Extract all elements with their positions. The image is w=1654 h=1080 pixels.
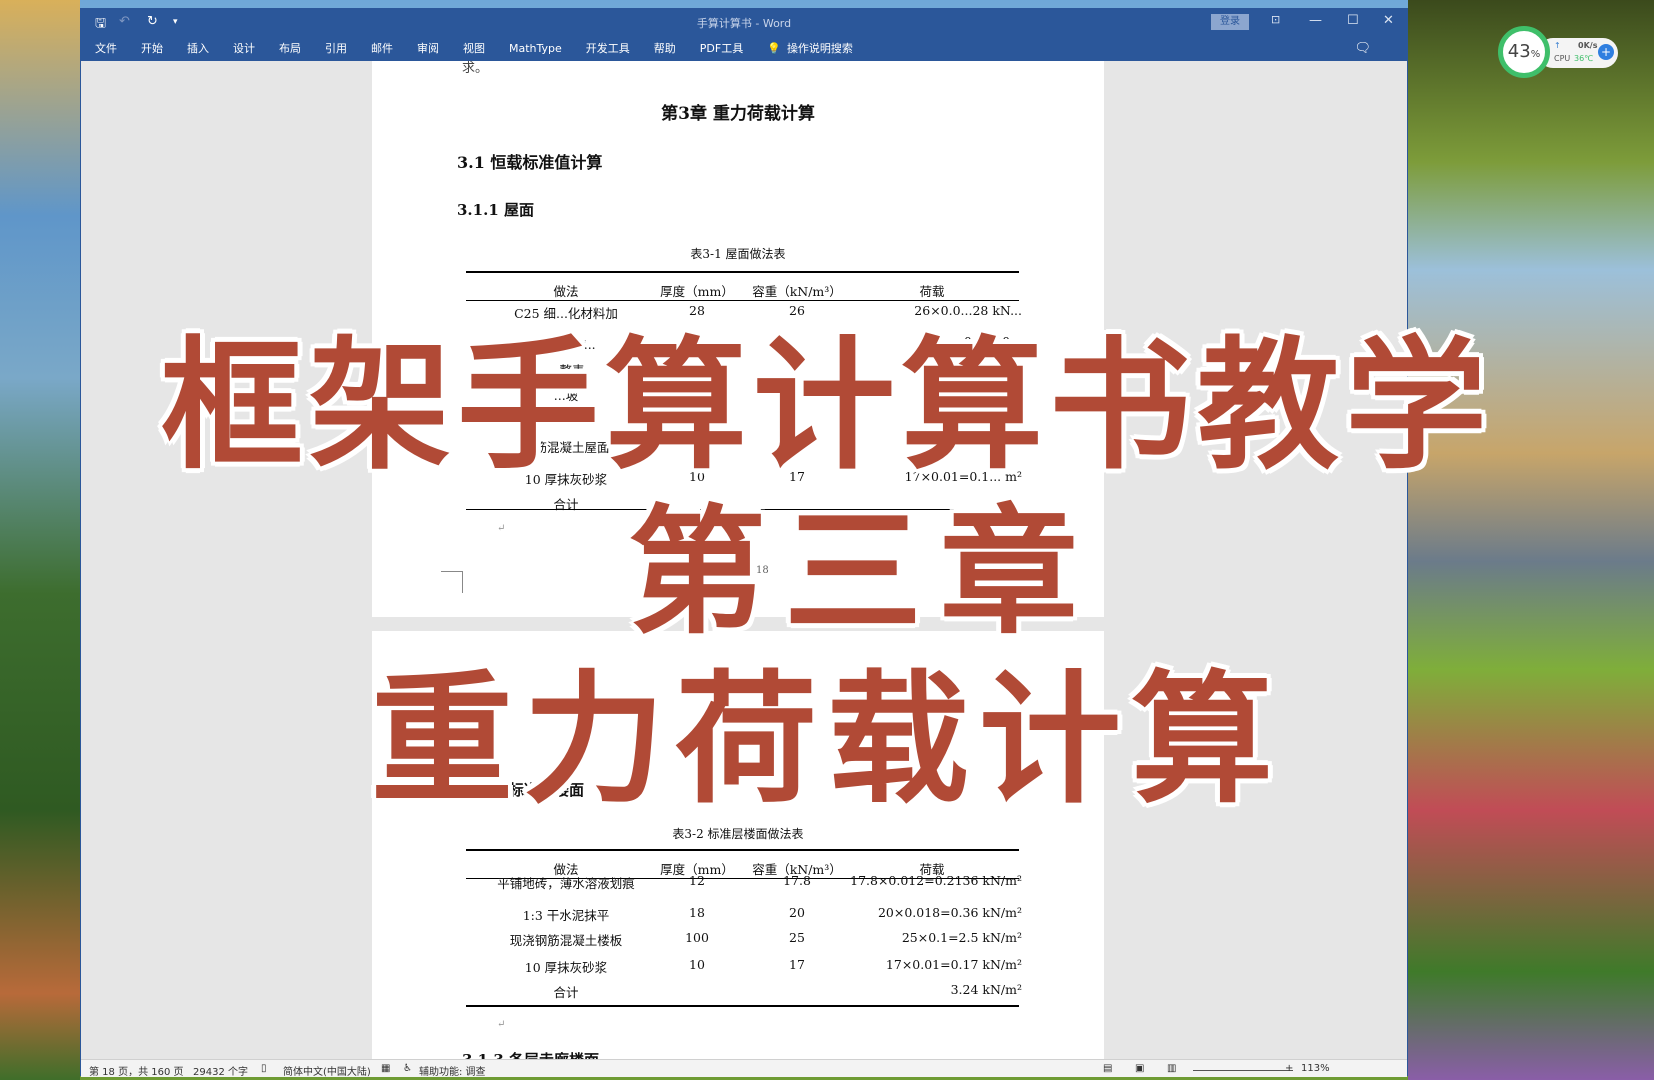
table-cell: 20	[789, 905, 805, 920]
table-cell: 17.8×0.012=0.2136 kN/m²	[850, 873, 1022, 888]
language[interactable]: 简体中文(中国大陆)	[283, 1063, 371, 1078]
tab-pdf[interactable]: PDF工具	[700, 40, 743, 56]
paragraph-mark: ↵	[497, 1019, 506, 1030]
tab-layout[interactable]: 布局	[279, 40, 301, 56]
table-cell: 1:3 干水泥抹平	[522, 908, 610, 923]
macro-icon[interactable]: ▦	[381, 1063, 390, 1074]
system-monitor-widget[interactable]: ↑ 0K/s CPU 36℃ + 43%	[1498, 26, 1618, 78]
tab-file[interactable]: 文件	[95, 40, 117, 56]
tab-developer[interactable]: 开发工具	[586, 40, 630, 56]
table-cell: 现浇钢筋混凝土楼板	[509, 933, 623, 948]
table-cell: 3.24 kN/m²	[950, 982, 1022, 997]
zoom-level[interactable]: 113%	[1301, 1063, 1330, 1074]
zoom-slider[interactable]	[1193, 1063, 1293, 1071]
table2-bottom-rule	[466, 1005, 1019, 1007]
ribbon-tabs: 文件 开始 插入 设计 布局 引用 邮件 审阅 视图 MathType 开发工具…	[81, 35, 1407, 61]
proofing-icon[interactable]: ▯	[261, 1063, 267, 1074]
section-heading-3-1-1: 3.1.1 屋面	[457, 201, 534, 219]
table-cell: 17	[789, 957, 805, 972]
table-cell: 25	[789, 930, 805, 945]
accessibility-icon[interactable]: ♿	[403, 1063, 412, 1074]
add-icon[interactable]: +	[1598, 44, 1614, 60]
read-mode-icon[interactable]: ▤	[1103, 1063, 1112, 1074]
cpu-label: CPU	[1554, 54, 1571, 63]
section-heading-3-1: 3.1 恒载标准值计算	[457, 153, 603, 172]
minimize-icon[interactable]: —	[1309, 13, 1322, 28]
table-cell: 17×0.01=0.17 kN/m²	[885, 957, 1022, 972]
monitor-pill: ↑ 0K/s CPU 36℃ +	[1538, 38, 1618, 68]
memory-percent: 43	[1507, 41, 1531, 62]
table-cell: 合计	[553, 985, 579, 1000]
table-cell: 25×0.1=2.5 kN/m²	[901, 930, 1022, 945]
tab-home[interactable]: 开始	[141, 40, 163, 56]
page-count[interactable]: 第 18 页，共 160 页	[89, 1063, 184, 1078]
table-cell: 20×0.018=0.36 kN/m²	[877, 905, 1022, 920]
window-title: 手算计算书 - Word	[696, 17, 792, 30]
tab-design[interactable]: 设计	[233, 40, 255, 56]
accessibility-status[interactable]: 辅助功能: 调查	[419, 1063, 486, 1078]
table1-caption: 表3-1 屋面做法表	[690, 247, 786, 261]
maximize-icon[interactable]: ☐	[1347, 13, 1359, 28]
close-icon[interactable]: ✕	[1383, 13, 1394, 28]
ribbon-display-icon[interactable]: ⊡	[1271, 13, 1280, 26]
tab-mailings[interactable]: 邮件	[371, 40, 393, 56]
table-cell: 平铺地砖，薄水溶液划痕	[497, 876, 635, 891]
lightbulb-icon: 💡	[767, 41, 781, 55]
title-bar: 🖫 ↶ ↻ ▾ 手算计算书 - Word 登录 ⊡ — ☐ ✕	[81, 9, 1407, 35]
overlay-title-line3: 重力荷载计算	[371, 658, 1283, 823]
table-cell: 17.8	[783, 873, 811, 888]
zoom-in-icon[interactable]: +	[1285, 1063, 1293, 1074]
cpu-temp: 36℃	[1574, 54, 1594, 63]
table-cell: 100	[685, 930, 709, 945]
login-button[interactable]: 登录	[1211, 14, 1249, 30]
upload-arrow-icon: ↑	[1554, 41, 1561, 50]
comments-icon[interactable]: 🗨	[1354, 41, 1371, 56]
tab-references[interactable]: 引用	[325, 40, 347, 56]
tab-insert[interactable]: 插入	[187, 40, 209, 56]
tell-me-search[interactable]: 操作说明搜索	[787, 40, 853, 56]
table2-top-rule	[466, 849, 1019, 851]
section-heading-3-1-3: 3.1.3 各层走廊楼面	[462, 1049, 599, 1059]
tab-help[interactable]: 帮助	[654, 40, 676, 56]
table1-top-rule	[466, 271, 1019, 273]
tab-view[interactable]: 视图	[463, 40, 485, 56]
tab-mathtype[interactable]: MathType	[509, 42, 562, 55]
net-speed: 0K/s	[1578, 41, 1598, 50]
table-cell: 18	[689, 905, 705, 920]
table-cell: 10	[689, 957, 705, 972]
print-layout-icon[interactable]: ▣	[1135, 1063, 1144, 1074]
percent-unit: %	[1530, 49, 1541, 60]
tab-review[interactable]: 审阅	[417, 40, 439, 56]
table-cell: 12	[689, 873, 705, 888]
table-cell: 10 厚抹灰砂浆	[524, 960, 608, 975]
status-bar: 第 18 页，共 160 页 29432 个字 ▯ 简体中文(中国大陆) ▦ ♿…	[81, 1059, 1407, 1078]
chapter-heading: 第3章 重力荷载计算	[661, 104, 815, 124]
previous-line-text: 求。	[462, 61, 489, 76]
word-count[interactable]: 29432 个字	[193, 1063, 248, 1078]
memory-gauge: 43%	[1498, 26, 1550, 78]
web-layout-icon[interactable]: ▥	[1167, 1063, 1176, 1074]
